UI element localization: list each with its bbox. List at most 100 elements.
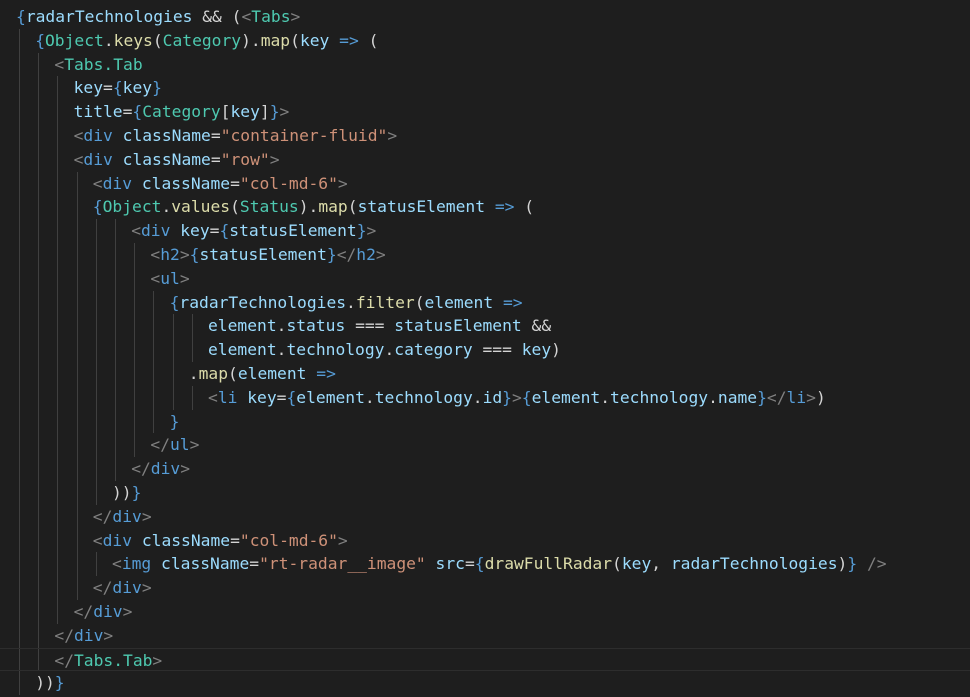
code-token: Status <box>239 197 299 217</box>
code-token: = <box>209 221 220 241</box>
code-token: { <box>92 197 103 217</box>
code-line[interactable]: element.technology.category === key) <box>0 338 970 362</box>
indent-guide <box>76 552 78 577</box>
code-token: . <box>103 30 114 50</box>
code-line[interactable]: <Tabs.Tab <box>0 52 970 77</box>
indent-guide <box>57 76 59 101</box>
code-line[interactable]: ))} <box>0 671 970 696</box>
code-line[interactable]: <div key={statusElement}> <box>0 219 970 243</box>
code-line[interactable]: </div> <box>0 600 970 624</box>
indent-guide <box>76 528 78 553</box>
code-token: className <box>161 554 250 574</box>
code-token: element <box>208 316 277 336</box>
code-text: <Tabs.Tab <box>54 53 142 77</box>
code-line[interactable]: </div> <box>0 457 970 481</box>
code-token: radarTechnologies <box>179 292 347 312</box>
code-line[interactable]: element.status === statusElement && <box>0 314 970 339</box>
code-line[interactable]: <ul> <box>0 266 970 291</box>
indent-guide <box>95 314 97 339</box>
code-token: > <box>152 650 163 670</box>
code-text: <div key={statusElement}> <box>131 219 376 243</box>
code-text: <img className="rt-radar__image" src={dr… <box>112 552 887 576</box>
indent-guide <box>76 171 78 196</box>
indent-guide <box>153 338 155 362</box>
code-token: "container-fluid" <box>220 126 388 145</box>
indent-guide <box>76 576 78 600</box>
code-token: div <box>102 173 133 193</box>
code-token: h2 <box>356 245 376 264</box>
indent-guide <box>134 266 136 291</box>
code-token: className <box>141 530 231 550</box>
code-token: ( <box>228 364 238 383</box>
code-line[interactable]: <div className="container-fluid"> <box>0 124 970 148</box>
code-line[interactable]: {radarTechnologies.filter(element => <box>0 290 970 315</box>
code-line[interactable]: .map(element => <box>0 362 970 386</box>
code-line[interactable]: <div className="row"> <box>0 147 970 172</box>
code-line[interactable]: <img className="rt-radar__image" src={dr… <box>0 552 970 577</box>
indent-guide <box>95 552 97 577</box>
indent-guide <box>38 600 40 624</box>
indent-guide <box>57 243 59 267</box>
code-token: < <box>112 554 122 574</box>
code-token: "row" <box>220 149 270 169</box>
code-line[interactable]: } <box>0 409 970 434</box>
code-token: = <box>122 102 133 122</box>
code-line[interactable]: ))} <box>0 481 970 505</box>
code-editor[interactable]: {categoryInfo.categoryName}{radarTechnol… <box>0 0 970 697</box>
indent-guide <box>57 576 59 600</box>
indent-guide <box>172 362 174 386</box>
code-line[interactable]: <div className="col-md-6"> <box>0 528 970 553</box>
code-token: => <box>316 364 336 383</box>
code-token: </ <box>150 435 170 455</box>
code-line[interactable]: </div> <box>0 623 970 648</box>
code-text: </div> <box>74 600 133 624</box>
indent-guide <box>76 433 78 458</box>
indent-guide <box>57 100 59 124</box>
code-line[interactable]: {radarTechnologies && (<Tabs> <box>0 5 970 29</box>
code-text: key={key} <box>74 76 162 100</box>
code-token: > <box>375 245 386 264</box>
code-text: title={Category[key]}> <box>74 100 290 124</box>
indent-guide <box>95 243 97 267</box>
indent-guide <box>38 219 40 243</box>
code-token: className <box>122 126 211 145</box>
code-token: drawFullRadar <box>484 554 613 574</box>
code-token: < <box>131 221 141 241</box>
code-line[interactable]: key={key} <box>0 76 970 101</box>
code-line[interactable]: <div className="col-md-6"> <box>0 171 970 196</box>
code-line[interactable]: </div> <box>0 576 970 600</box>
code-token: > <box>279 102 290 122</box>
code-line[interactable]: title={Category[key]}> <box>0 100 970 124</box>
indent-guide <box>76 290 78 315</box>
indent-guide <box>134 338 136 362</box>
indent-guide <box>19 147 20 172</box>
indent-guide <box>115 338 116 362</box>
code-token: div <box>83 126 113 145</box>
indent-guide <box>153 409 155 434</box>
code-token: statusElement <box>229 221 357 241</box>
code-token: div <box>74 625 104 645</box>
code-line[interactable]: </ul> <box>0 433 970 458</box>
code-text: .map(element => <box>189 362 336 386</box>
code-line[interactable]: {Object.values(Status).map(statusElement… <box>0 195 970 220</box>
code-token: ( <box>347 197 358 217</box>
code-line[interactable]: <li key={element.technology.id}>{element… <box>0 385 970 410</box>
code-token: < <box>92 173 103 193</box>
code-token: } <box>54 673 65 693</box>
indent-guide <box>95 409 97 434</box>
code-line[interactable]: </Tabs.Tab> <box>0 647 970 672</box>
code-token: name <box>717 387 758 407</box>
code-token: category <box>394 340 473 360</box>
indent-guide <box>38 481 40 505</box>
code-line[interactable]: <h2>{statusElement}</h2> <box>0 243 970 267</box>
indent-guide <box>19 100 20 124</box>
code-token: element <box>208 340 277 360</box>
code-text: <ul> <box>150 267 189 291</box>
code-line[interactable]: </div> <box>0 504 970 529</box>
code-line[interactable]: {Object.keys(Category).map(key => ( <box>0 28 970 53</box>
